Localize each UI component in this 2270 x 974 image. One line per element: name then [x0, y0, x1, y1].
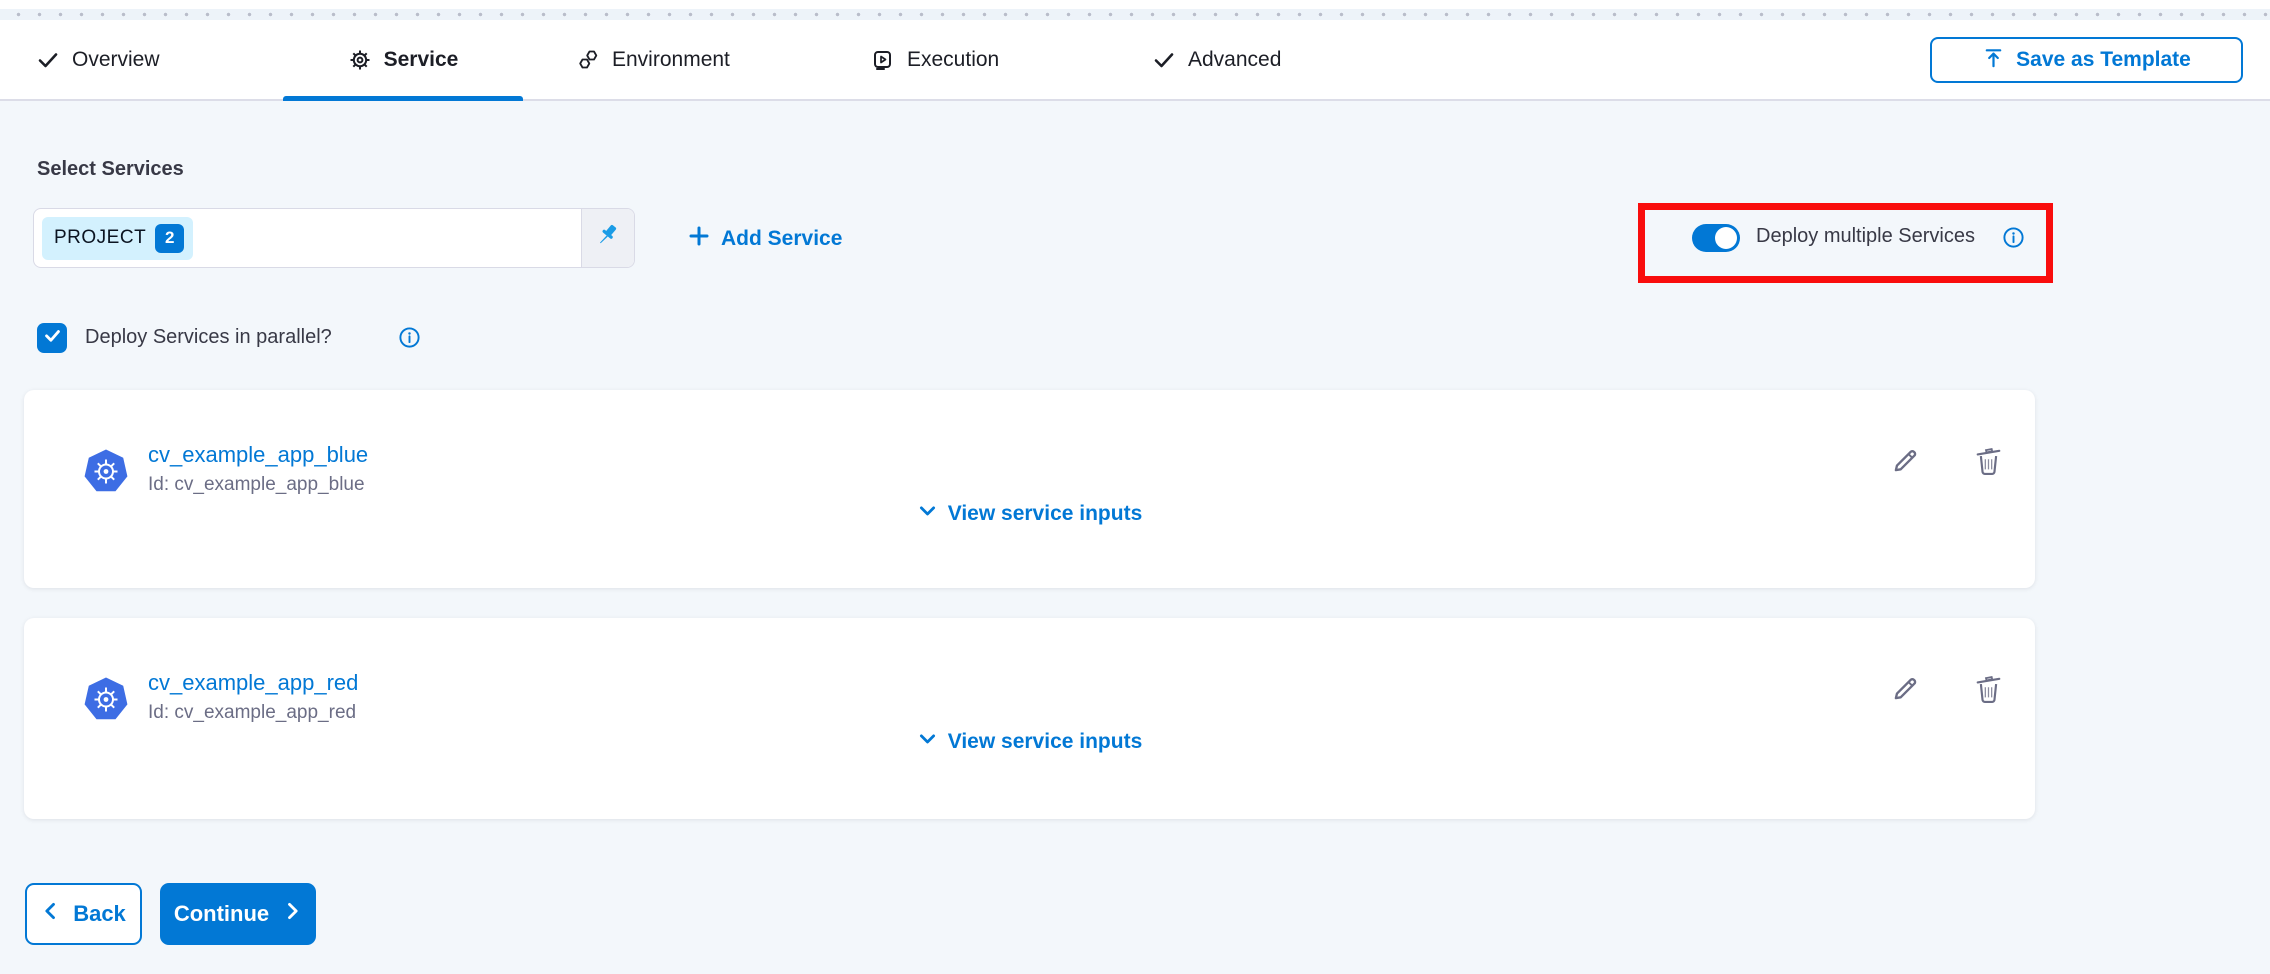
view-service-inputs-label: View service inputs — [948, 502, 1143, 526]
tab-execution[interactable]: Execution — [871, 20, 999, 99]
tab-environment[interactable]: Environment — [576, 20, 730, 99]
tab-label: Overview — [72, 48, 160, 72]
delete-service-icon[interactable] — [1973, 444, 2004, 482]
pipeline-stage-config-page: Overview Service — [0, 0, 2270, 974]
upload-icon — [1982, 46, 2005, 75]
continue-label: Continue — [174, 901, 269, 927]
project-scope-chip[interactable]: PROJECT 2 — [42, 217, 193, 260]
check-icon — [36, 48, 60, 72]
add-service-label: Add Service — [721, 227, 842, 251]
plus-icon — [687, 224, 711, 254]
tab-label: Environment — [612, 48, 730, 72]
tab-overview[interactable]: Overview — [36, 20, 160, 99]
gear-icon — [348, 48, 372, 72]
info-icon[interactable] — [2002, 226, 2025, 254]
back-button[interactable]: Back — [25, 883, 142, 945]
chevron-right-icon — [282, 901, 302, 927]
service-card-red: cv_example_app_red Id: cv_example_app_re… — [24, 618, 2035, 819]
deploy-parallel-checkbox[interactable] — [37, 323, 67, 353]
tab-advanced[interactable]: Advanced — [1152, 20, 1281, 99]
kubernetes-icon — [84, 676, 128, 728]
view-service-inputs-label: View service inputs — [948, 730, 1143, 754]
delete-service-icon[interactable] — [1973, 672, 2004, 710]
view-service-inputs-toggle[interactable]: View service inputs — [24, 728, 2035, 755]
service-card-blue: cv_example_app_blue Id: cv_example_app_b… — [24, 390, 2035, 588]
edit-service-icon[interactable] — [1889, 672, 1922, 710]
environment-icon — [576, 48, 600, 72]
add-service-button[interactable]: Add Service — [687, 223, 842, 255]
pin-icon — [595, 223, 621, 254]
edit-service-icon[interactable] — [1889, 444, 1922, 482]
chip-label: PROJECT — [54, 227, 146, 249]
tab-label: Execution — [907, 48, 999, 72]
multiselect-values[interactable]: PROJECT 2 — [34, 209, 581, 267]
execution-icon — [871, 48, 895, 72]
deploy-multiple-services-toggle[interactable] — [1692, 224, 1740, 252]
check-icon — [1152, 48, 1176, 72]
services-multiselect-input[interactable]: PROJECT 2 — [33, 208, 635, 268]
toggle-knob — [1715, 227, 1737, 249]
select-services-label: Select Services — [37, 158, 184, 181]
service-id-text: Id: cv_example_app_blue — [148, 474, 365, 496]
back-label: Back — [73, 901, 126, 927]
chevron-down-icon — [917, 728, 938, 755]
save-as-template-label: Save as Template — [2016, 48, 2191, 72]
pin-button[interactable] — [581, 209, 634, 267]
info-icon[interactable] — [398, 326, 421, 354]
chevron-down-icon — [917, 500, 938, 527]
tab-service[interactable]: Service — [283, 20, 523, 99]
service-name-link[interactable]: cv_example_app_blue — [148, 442, 368, 468]
top-spacer — [0, 0, 2270, 9]
view-service-inputs-toggle[interactable]: View service inputs — [24, 500, 2035, 527]
service-id-text: Id: cv_example_app_red — [148, 702, 356, 724]
chevron-left-icon — [41, 901, 61, 927]
save-as-template-button[interactable]: Save as Template — [1930, 37, 2243, 83]
check-icon — [43, 326, 62, 350]
continue-button[interactable]: Continue — [160, 883, 316, 945]
dotted-divider-strip — [0, 9, 2270, 20]
deploy-parallel-label: Deploy Services in parallel? — [85, 326, 332, 349]
service-name-link[interactable]: cv_example_app_red — [148, 670, 358, 696]
tab-label: Service — [384, 48, 459, 72]
tab-label: Advanced — [1188, 48, 1281, 72]
deploy-multiple-services-label: Deploy multiple Services — [1756, 225, 1975, 248]
kubernetes-icon — [84, 448, 128, 500]
chip-count-badge: 2 — [155, 224, 184, 253]
